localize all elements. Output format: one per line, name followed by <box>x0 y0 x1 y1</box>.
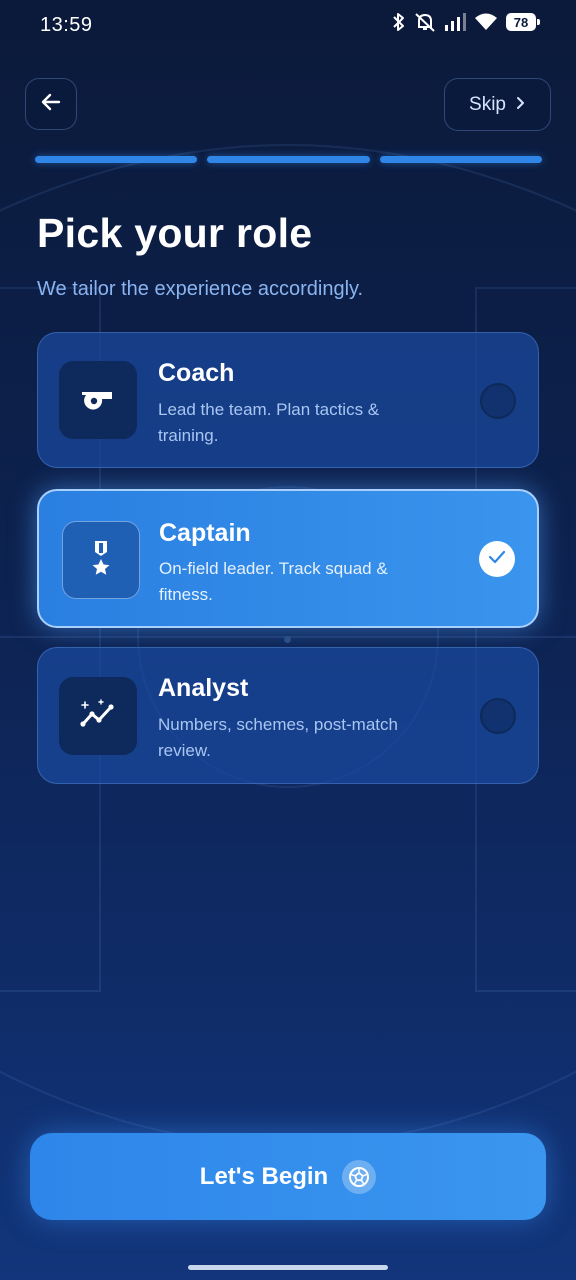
role-icon-box <box>59 677 137 755</box>
radio-selected[interactable] <box>479 541 515 577</box>
arrow-left-icon <box>40 91 62 118</box>
mute-icon <box>414 12 436 32</box>
chevron-right-icon <box>516 94 526 116</box>
status-bar: 13:59 78 <box>0 0 576 52</box>
role-description: Numbers, schemes, post-match review. <box>158 715 398 760</box>
wifi-icon <box>474 12 498 32</box>
status-icons: 78 <box>392 12 540 32</box>
soccer-ball-icon <box>342 1159 377 1194</box>
medal-icon <box>87 540 115 581</box>
role-card-captain[interactable]: Captain On-field leader. Track squad & f… <box>37 489 539 628</box>
status-time: 13:59 <box>40 14 93 36</box>
page-subtitle: We tailor the experience accordingly. <box>37 278 364 300</box>
checkmark-icon <box>488 550 506 569</box>
battery-icon: 78 <box>506 13 540 31</box>
home-indicator[interactable] <box>188 1265 388 1270</box>
role-title: Captain <box>159 519 251 547</box>
radio-unselected[interactable] <box>480 383 516 419</box>
back-button[interactable] <box>25 78 77 130</box>
bluetooth-icon <box>392 12 406 32</box>
progress-step-1 <box>35 156 198 163</box>
signal-icon <box>444 12 466 32</box>
begin-label: Let's Begin <box>199 1162 329 1190</box>
role-card-analyst[interactable]: Analyst Numbers, schemes, post-match rev… <box>37 647 539 784</box>
role-card-coach[interactable]: Coach Lead the team. Plan tactics & trai… <box>37 332 539 468</box>
role-title: Analyst <box>158 674 249 702</box>
skip-label: Skip <box>469 93 506 115</box>
chart-line-icon <box>79 698 117 735</box>
page-title: Pick your role <box>37 210 313 256</box>
lets-begin-button[interactable]: Let's Begin <box>30 1133 546 1220</box>
center-dot <box>284 636 291 643</box>
role-icon-box <box>62 521 140 599</box>
step-progress <box>35 156 542 164</box>
role-description: Lead the team. Plan tactics & training. <box>158 400 380 445</box>
progress-step-3 <box>379 156 542 163</box>
role-title: Coach <box>158 359 235 387</box>
radio-unselected[interactable] <box>480 698 516 734</box>
role-description: On-field leader. Track squad & fitness. <box>159 559 388 604</box>
role-icon-box <box>59 361 137 439</box>
progress-step-2 <box>207 156 370 163</box>
whistle-icon <box>80 386 116 415</box>
skip-button[interactable]: Skip <box>444 78 551 131</box>
